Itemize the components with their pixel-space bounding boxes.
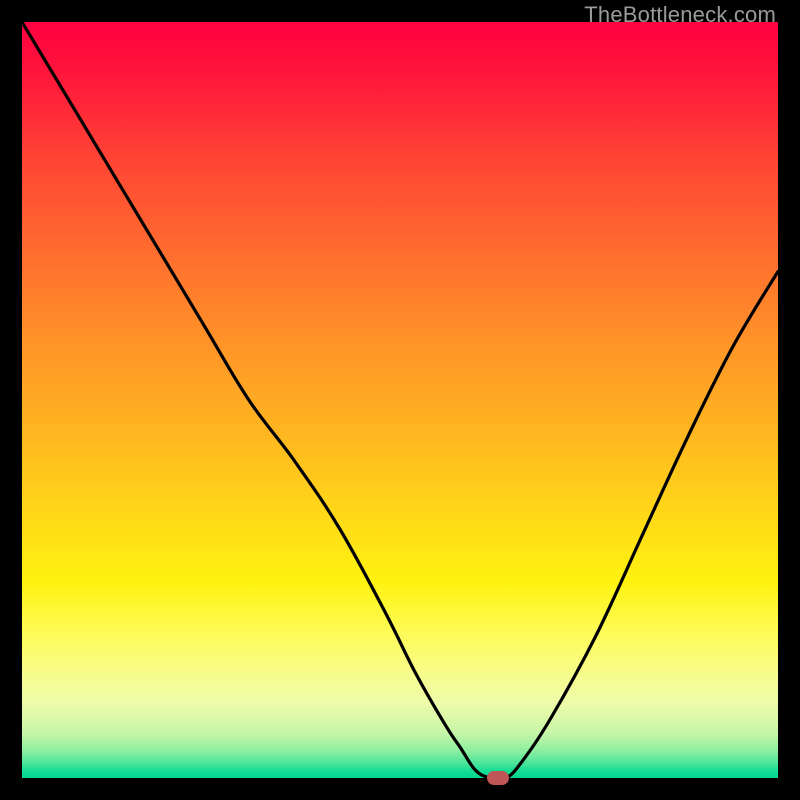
curve-path bbox=[22, 22, 778, 778]
bottleneck-curve bbox=[22, 22, 778, 778]
optimal-marker bbox=[487, 771, 509, 785]
chart-frame: TheBottleneck.com bbox=[0, 0, 800, 800]
plot-area bbox=[22, 22, 778, 778]
